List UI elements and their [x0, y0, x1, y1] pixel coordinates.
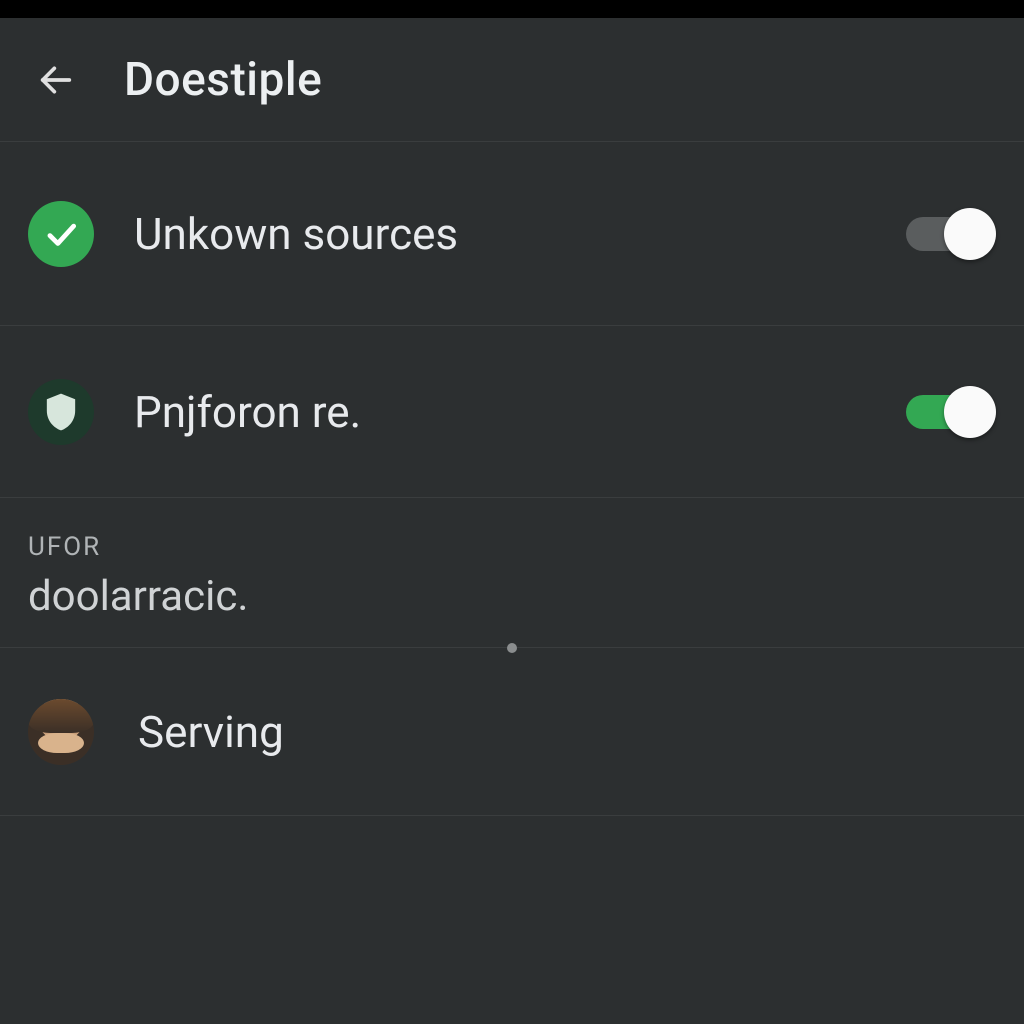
toggle-pniforon[interactable] [902, 386, 996, 438]
section-ufor: UFOR doolarracic. [0, 498, 1024, 648]
row-label: Pnjforon re. [134, 386, 902, 438]
row-label: Unkown sources [134, 208, 902, 260]
back-button[interactable] [24, 48, 88, 112]
arrow-left-icon [36, 60, 76, 100]
row-pniforon[interactable]: Pnjforon re. [0, 326, 1024, 498]
section-subtext: doolarracic. [28, 572, 996, 621]
row-label: Serving [138, 706, 996, 758]
toggle-thumb [944, 208, 996, 260]
row-serving[interactable]: Serving [0, 648, 1024, 816]
page-title: Doestiple [124, 53, 322, 107]
section-header: UFOR [28, 532, 996, 562]
check-icon [28, 201, 94, 267]
settings-list: Unkown sources Pnjforon re. UFOR doolarr… [0, 142, 1024, 816]
app-bar: Doestiple [0, 18, 1024, 142]
dot-decoration [507, 643, 517, 653]
status-bar [0, 0, 1024, 18]
toggle-thumb [944, 386, 996, 438]
toggle-unknown-sources[interactable] [902, 208, 996, 260]
avatar [28, 699, 94, 765]
row-unknown-sources[interactable]: Unkown sources [0, 142, 1024, 326]
shield-icon [28, 379, 94, 445]
